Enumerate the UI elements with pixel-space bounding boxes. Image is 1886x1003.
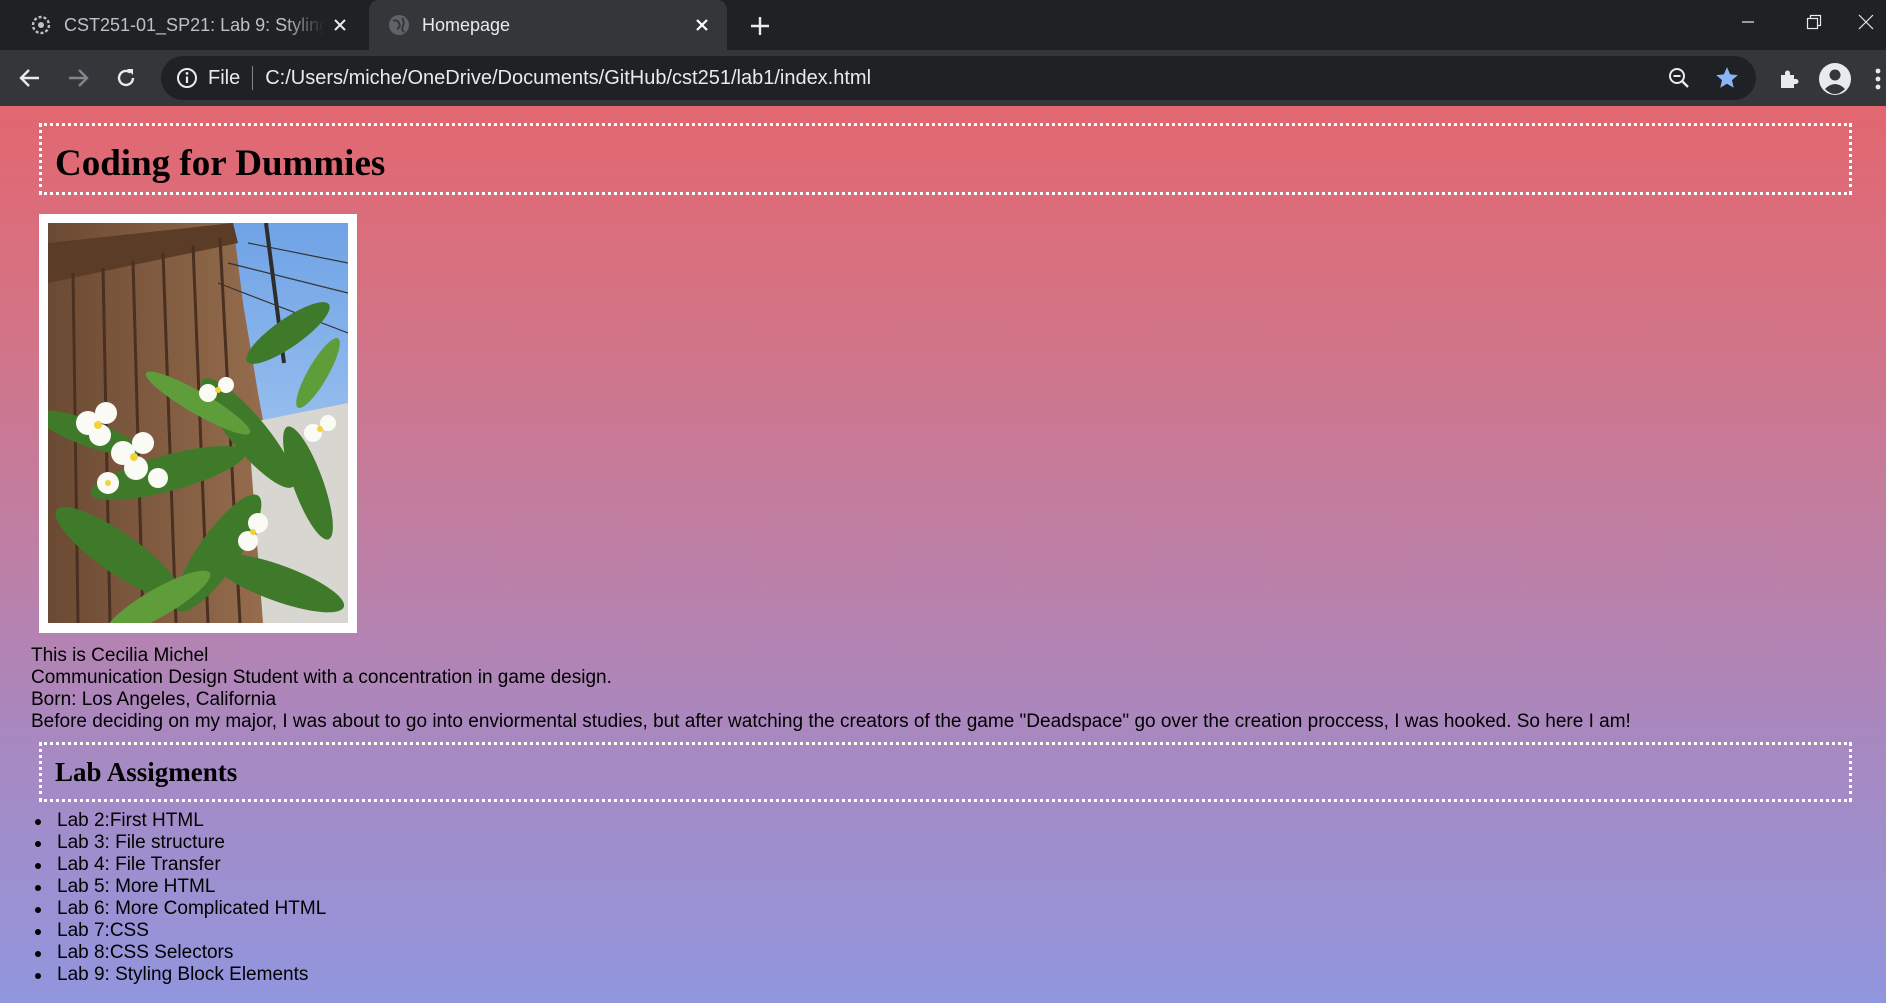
- browser-toolbar: File C:/Users/miche/OneDrive/Documents/G…: [0, 50, 1886, 106]
- bio-line: Communication Design Student with a conc…: [31, 667, 612, 688]
- list-item: Lab 7:CSS: [34, 920, 326, 942]
- list-item: Lab 2:First HTML: [34, 810, 326, 832]
- minimize-icon: [1742, 21, 1754, 23]
- extensions-button[interactable]: [1772, 62, 1806, 96]
- account-icon: [1819, 63, 1851, 95]
- address-bar[interactable]: File C:/Users/miche/OneDrive/Documents/G…: [161, 56, 1756, 100]
- photo-frame: [39, 214, 357, 633]
- more-vertical-icon: [1875, 68, 1881, 90]
- labs-header: Lab Assigments: [39, 742, 1852, 802]
- flower-photo: [48, 223, 348, 623]
- list-item: Lab 5: More HTML: [34, 876, 326, 898]
- profile-button[interactable]: [1818, 62, 1852, 96]
- list-item: Lab 3: File structure: [34, 832, 326, 854]
- bio-line: This is Cecilia Michel: [31, 645, 209, 666]
- canvas-lms-icon: [30, 14, 52, 36]
- omnibox-divider: [252, 66, 254, 90]
- close-icon: [1858, 14, 1874, 30]
- minimize-button[interactable]: [1713, 0, 1783, 44]
- reload-icon: [117, 69, 135, 87]
- reload-button[interactable]: [108, 60, 144, 96]
- tab-title: CST251-01_SP21: Lab 9: Styling Block Ele…: [64, 14, 324, 35]
- window-close-button[interactable]: [1848, 0, 1886, 44]
- arrow-right-icon: [69, 69, 89, 87]
- back-button[interactable]: [12, 60, 48, 96]
- bio-section: This is Cecilia Michel Communication Des…: [31, 645, 1631, 733]
- page-title: Coding for Dummies: [55, 143, 386, 184]
- labs-heading: Lab Assigments: [55, 757, 238, 787]
- restore-icon: [1806, 14, 1822, 30]
- site-scheme-label[interactable]: File: [208, 67, 240, 90]
- page-header: Coding for Dummies: [39, 123, 1852, 195]
- list-item: Lab 6: More Complicated HTML: [34, 898, 327, 919]
- tab-strip: CST251-01_SP21: Lab 9: Styling Block Ele…: [0, 0, 1886, 50]
- tab-lab9[interactable]: CST251-01_SP21: Lab 9: Styling Block Ele…: [0, 0, 365, 50]
- list-item: Lab 4: File Transfer: [34, 854, 326, 876]
- list-item: Lab 9: Styling Block Elements: [34, 964, 326, 986]
- url-text[interactable]: C:/Users/miche/OneDrive/Documents/GitHub…: [265, 67, 871, 90]
- bio-line: Born: Los Angeles, California: [31, 689, 277, 710]
- lab-list: Lab 2:First HTML Lab 3: File structure L…: [34, 810, 327, 986]
- forward-button[interactable]: [60, 60, 96, 96]
- globe-icon: [388, 14, 410, 36]
- list-item: Lab 8:CSS Selectors: [34, 942, 326, 964]
- info-icon[interactable]: [175, 66, 199, 90]
- bookmark-star-icon[interactable]: [1712, 63, 1742, 93]
- restore-button[interactable]: [1779, 0, 1849, 44]
- zoom-out-icon[interactable]: [1664, 63, 1694, 93]
- bio-line: Before deciding on my major, I was about…: [31, 711, 1631, 732]
- tab-title: Homepage: [422, 14, 511, 35]
- close-tab-icon[interactable]: [689, 12, 715, 38]
- close-tab-icon[interactable]: [327, 12, 353, 38]
- menu-button[interactable]: [1870, 62, 1886, 96]
- plus-icon: [751, 17, 769, 35]
- page-viewport: Coding for Dummies This is Cecilia Miche…: [0, 106, 1886, 1003]
- new-tab-button[interactable]: [744, 10, 776, 42]
- puzzle-icon: [1781, 70, 1799, 88]
- arrow-left-icon: [19, 69, 39, 87]
- tab-homepage[interactable]: Homepage: [369, 0, 727, 50]
